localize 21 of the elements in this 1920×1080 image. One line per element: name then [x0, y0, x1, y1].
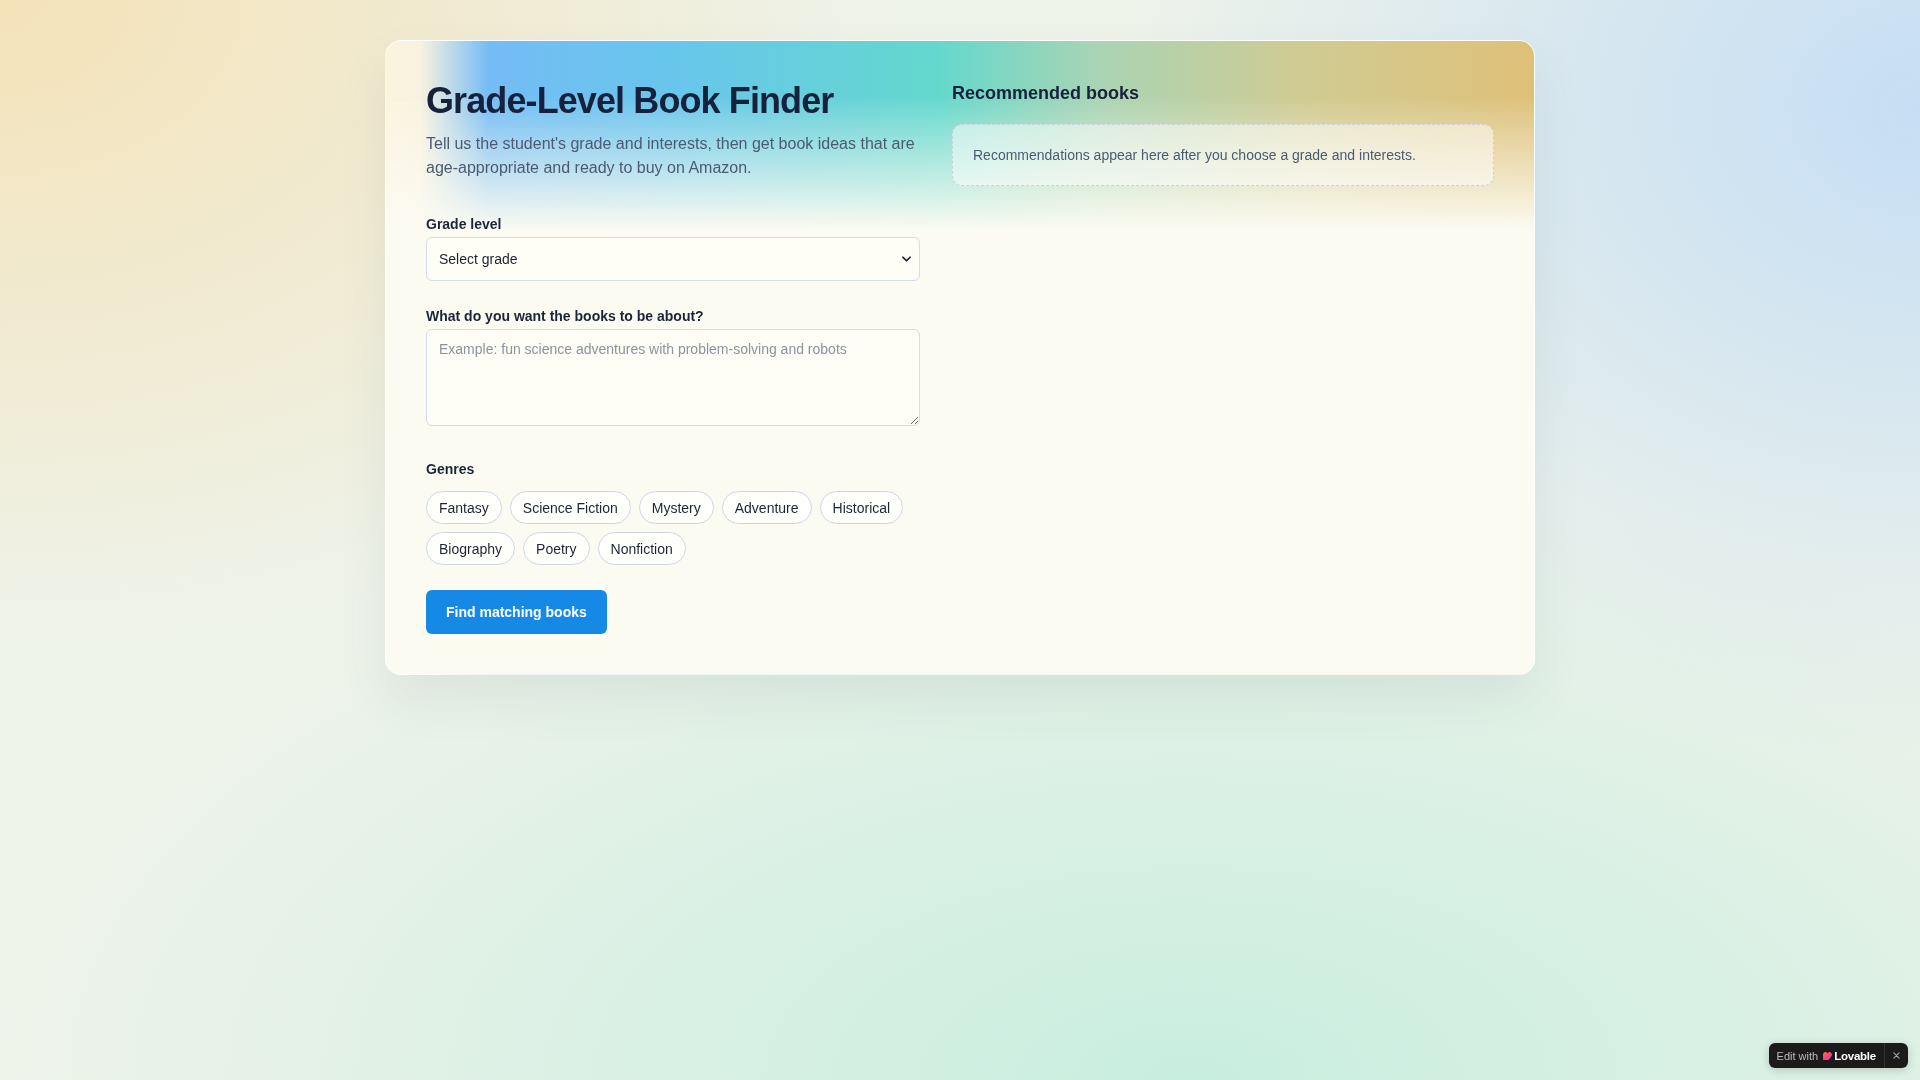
topic-field[interactable]: Example: fun science adventures with problem-solving and robots [426, 329, 920, 426]
genre-chip[interactable]: Nonfiction [597, 532, 686, 565]
find-books-button[interactable]: Find matching books [426, 590, 607, 634]
edit-with-link[interactable]: Edit with Lovable [1768, 1043, 1884, 1068]
genre-chip[interactable]: Adventure [721, 491, 812, 524]
genre-chip[interactable]: Science Fiction [509, 491, 631, 524]
chevron-icon [902, 256, 911, 262]
recommendations-title: Recommended books [952, 82, 1141, 105]
genre-chip[interactable]: Fantasy [426, 491, 502, 524]
close-icon [1893, 1052, 1900, 1059]
genre-chip[interactable]: Poetry [523, 532, 590, 565]
genre-chip[interactable]: Biography [426, 532, 516, 565]
genre-chip[interactable]: Mystery [638, 491, 714, 524]
heart-icon [1823, 1051, 1833, 1060]
topic-label: What do you want the books to be about? [426, 307, 705, 326]
genres-label: Genres [426, 460, 476, 479]
grade-select[interactable]: Select grade [426, 237, 920, 281]
recommendations-empty-message: Recommendations appear here after you choose a grade and interests. [952, 124, 1494, 186]
genre-chip[interactable]: Historical [819, 491, 904, 524]
grade-label: Grade level [426, 215, 503, 234]
page-subtitle: Tell us the student's grade and interests, then get book ideas that are age-appropriate and ready to buy on Amazon. [426, 134, 916, 178]
